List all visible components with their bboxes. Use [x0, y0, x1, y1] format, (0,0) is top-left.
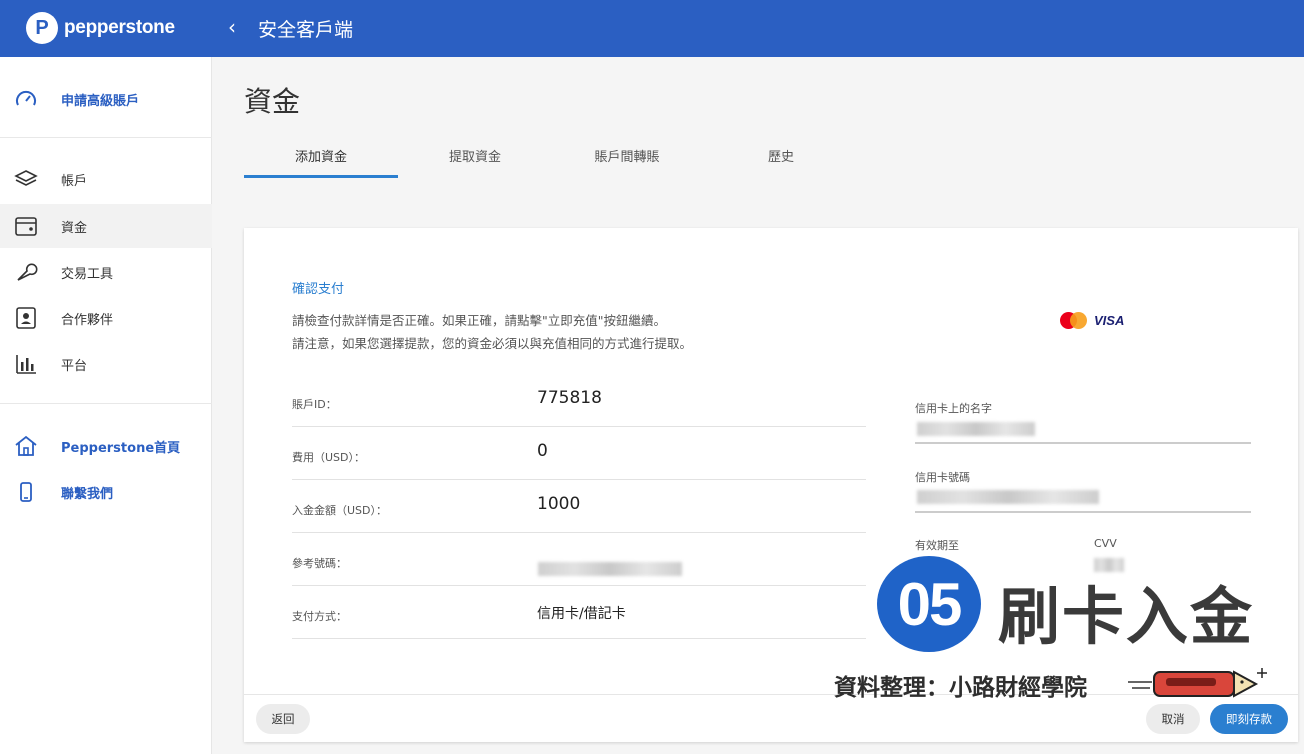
tab-withdraw-funds[interactable]: 提取資金 — [398, 132, 552, 178]
bar-chart-icon — [16, 355, 36, 374]
detail-value: 信用卡/借記卡 — [537, 606, 626, 622]
wallet-icon — [15, 217, 37, 236]
back-button[interactable]: 返回 — [256, 704, 310, 734]
tab-history[interactable]: 歷史 — [704, 132, 858, 178]
sidebar-item-label: Pepperstone首頁 — [61, 440, 181, 456]
sidebar: 申請高級賬戶 帳戶 資金 交易工具 合作夥伴 平台 Pepperstone首頁 … — [0, 57, 212, 754]
detail-row-fee: 費用（USD）： 0 — [292, 427, 866, 480]
sidebar-item-label: 資金 — [61, 220, 88, 236]
detail-label: 參考號碼： — [292, 557, 347, 570]
deposit-now-button[interactable]: 即刻存款 — [1210, 704, 1288, 734]
back-chevron-icon[interactable]: ‹ — [228, 15, 236, 39]
phone-icon — [20, 482, 32, 502]
sidebar-item-label: 交易工具 — [61, 266, 114, 282]
tab-transfer[interactable]: 賬戶間轉賬 — [550, 132, 704, 178]
detail-row-amount: 入金金額（USD）： 1000 — [292, 480, 866, 533]
home-icon — [15, 435, 37, 456]
confirm-note-2: 請注意，如果您選擇提款，您的資金必須以與充值相同的方式進行提取。 — [292, 336, 693, 351]
detail-label: 支付方式： — [292, 610, 347, 623]
tab-add-funds[interactable]: 添加資金 — [244, 132, 398, 178]
detail-label: 賬戶ID： — [292, 398, 337, 411]
sidebar-item-label: 平台 — [61, 358, 88, 374]
logo[interactable]: P pepperstone — [26, 12, 175, 44]
confirm-note-1: 請檢查付款詳情是否正確。如果正確，請點擊"立即充值"按鈕繼續。 — [292, 313, 667, 328]
detail-value: 0 — [537, 441, 548, 461]
confirm-payment-title: 確認支付 — [292, 282, 345, 297]
mastercard-icon — [1058, 310, 1090, 330]
detail-row-account-id: 賬戶ID： 775818 — [292, 374, 866, 427]
pepperstone-logo-icon: P — [26, 12, 58, 44]
sidebar-item-partners[interactable]: 合作夥伴 — [0, 296, 212, 340]
sidebar-item-label: 帳戶 — [61, 173, 88, 189]
detail-value: 775818 — [537, 388, 602, 408]
card-brands: VISA — [1058, 310, 1124, 330]
top-bar: P pepperstone ‹ 安全客戶端 — [0, 0, 1304, 57]
logo-text: pepperstone — [64, 17, 175, 38]
app-title: 安全客戶端 — [258, 19, 354, 41]
sidebar-item-label: 申請高級賬戶 — [61, 93, 140, 109]
detail-row-payment-method: 支付方式： 信用卡/借記卡 — [292, 586, 866, 639]
person-badge-icon — [16, 307, 36, 329]
detail-row-reference: 參考號碼： — [292, 533, 866, 586]
detail-label: 費用（USD）： — [292, 451, 366, 464]
detail-value: 1000 — [537, 494, 581, 514]
cancel-button[interactable]: 取消 — [1146, 704, 1200, 734]
sidebar-item-label: 聯繫我們 — [61, 486, 114, 502]
credit-text: 資料整理：小路財經學院 — [834, 675, 1087, 701]
sidebar-item-platforms[interactable]: 平台 — [0, 342, 212, 386]
blurred-card-number — [917, 490, 1099, 504]
sidebar-item-premium-account[interactable]: 申請高級賬戶 — [0, 77, 212, 121]
step-number-badge: 05 — [877, 556, 981, 652]
sidebar-item-accounts[interactable]: 帳戶 — [0, 157, 212, 201]
page-title: 資金 — [244, 85, 301, 118]
sidebar-item-trading-tools[interactable]: 交易工具 — [0, 250, 212, 294]
sidebar-divider — [0, 403, 212, 404]
pencil-mascot-icon — [1128, 668, 1267, 698]
sidebar-divider — [0, 137, 212, 138]
funds-tabs: 添加資金 提取資金 賬戶間轉賬 歷史 — [244, 132, 1298, 178]
field-label: 信用卡號碼 — [915, 471, 970, 484]
sidebar-item-funds[interactable]: 資金 — [0, 204, 212, 248]
layers-icon — [14, 170, 38, 186]
card-number-field[interactable]: 信用卡號碼 — [915, 469, 1251, 513]
field-label: 信用卡上的名字 — [915, 402, 992, 415]
blurred-reference — [538, 562, 682, 576]
gauge-icon — [16, 90, 36, 106]
sidebar-item-home[interactable]: Pepperstone首頁 — [0, 424, 212, 468]
field-label: CVV — [1094, 537, 1117, 550]
card-name-field[interactable]: 信用卡上的名字 — [915, 400, 1251, 444]
detail-label: 入金金額（USD）： — [292, 504, 388, 517]
sidebar-item-label: 合作夥伴 — [61, 312, 114, 328]
blurred-card-name — [917, 422, 1035, 436]
step-title: 刷卡入金 — [998, 580, 1255, 653]
field-label: 有效期至 — [915, 539, 959, 552]
sidebar-item-contact[interactable]: 聯繫我們 — [0, 470, 212, 514]
wrench-icon — [17, 263, 38, 281]
visa-logo: VISA — [1094, 312, 1125, 328]
